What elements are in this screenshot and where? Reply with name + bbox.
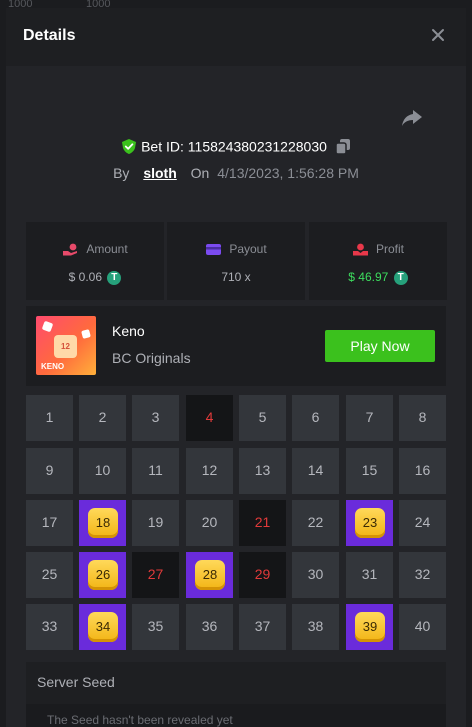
keno-cell: 28 — [186, 552, 233, 598]
keno-cell: 25 — [26, 552, 73, 598]
card-icon — [206, 244, 222, 256]
keno-cell: 26 — [79, 552, 126, 598]
keno-cell: 18 — [79, 500, 126, 546]
keno-cell: 5 — [239, 395, 286, 441]
keno-cell: 34 — [79, 604, 126, 650]
keno-cell: 33 — [26, 604, 73, 650]
bet-id-label: Bet ID: — [141, 138, 184, 155]
gem-icon: 34 — [88, 612, 118, 642]
keno-cell: 31 — [346, 552, 393, 598]
payout-label: Payout — [229, 242, 267, 256]
keno-cell: 22 — [292, 500, 339, 546]
modal-header: Details — [6, 8, 466, 66]
stat-profit: Profit $ 46.97 T — [309, 222, 447, 300]
keno-cell: 10 — [79, 448, 126, 494]
keno-cell: 21 — [239, 500, 286, 546]
usdt-coin-icon: T — [107, 270, 122, 285]
keno-logo-text: KENO — [41, 362, 65, 371]
on-label: On — [190, 165, 210, 181]
keno-cell: 29 — [239, 552, 286, 598]
server-seed-panel: Server Seed The Seed hasn't been reveale… — [26, 662, 446, 727]
keno-cell: 17 — [26, 500, 73, 546]
keno-cell: 39 — [346, 604, 393, 650]
usdt-coin-icon: T — [393, 270, 408, 285]
keno-ball-icon: 12 — [54, 335, 77, 358]
gem-icon: 26 — [88, 560, 118, 590]
game-card: 12 KENO Keno BC Originals Play Now — [26, 306, 446, 386]
details-modal: Details Bet ID: 115824380231228030 By sl… — [6, 8, 466, 727]
keno-cell: 2 — [79, 395, 126, 441]
share-icon[interactable] — [400, 107, 424, 129]
amount-label: Amount — [86, 242, 128, 256]
stat-amount: Amount $ 0.06 T — [26, 222, 164, 300]
keno-cell: 36 — [186, 604, 233, 650]
keno-cell: 20 — [186, 500, 233, 546]
keno-cell: 1 — [26, 395, 73, 441]
keno-cell: 4 — [186, 395, 233, 441]
amount-value: $ 0.06 — [68, 270, 103, 284]
keno-cell: 16 — [399, 448, 446, 494]
keno-cell: 6 — [292, 395, 339, 441]
bet-date: 4/13/2023, 1:56:28 PM — [217, 165, 359, 181]
gem-icon: 18 — [88, 508, 118, 538]
keno-cell: 11 — [132, 448, 179, 494]
copy-icon[interactable] — [335, 138, 351, 155]
keno-cell: 19 — [132, 500, 179, 546]
keno-cell: 30 — [292, 552, 339, 598]
gem-icon: 39 — [355, 612, 385, 642]
play-now-button[interactable]: Play Now — [325, 330, 435, 362]
shield-check-icon — [122, 138, 137, 154]
server-seed-box: The Seed hasn't been revealed yet — [26, 704, 446, 727]
hand-coin-icon — [63, 243, 78, 256]
keno-cell: 15 — [346, 448, 393, 494]
bet-id-line: Bet ID: 115824380231228030 — [6, 137, 466, 155]
stat-payout: Payout 710 x — [167, 222, 305, 300]
profit-label: Profit — [375, 242, 404, 256]
keno-cell: 14 — [292, 448, 339, 494]
keno-cell: 24 — [399, 500, 446, 546]
keno-cell: 23 — [346, 500, 393, 546]
bet-stats: Amount $ 0.06 T Payout 710 x Profit $ 46… — [26, 222, 447, 300]
gem-icon: 23 — [355, 508, 385, 538]
keno-cell: 35 — [132, 604, 179, 650]
keno-thumbnail[interactable]: 12 KENO — [36, 316, 96, 375]
game-name: Keno — [112, 323, 145, 339]
bet-id-value: 115824380231228030 — [187, 138, 327, 155]
game-provider: BC Originals — [112, 350, 191, 366]
keno-cell: 7 — [346, 395, 393, 441]
keno-cell: 27 — [132, 552, 179, 598]
profit-value: $ 46.97 — [348, 270, 389, 284]
keno-cell: 3 — [132, 395, 179, 441]
dice-icon — [81, 329, 91, 339]
server-seed-text: The Seed hasn't been revealed yet — [47, 713, 233, 727]
payout-value: 710 x — [221, 270, 251, 284]
username-link[interactable]: sloth — [143, 165, 176, 181]
server-seed-title: Server Seed — [37, 674, 115, 690]
keno-cell: 38 — [292, 604, 339, 650]
modal-title: Details — [23, 27, 76, 44]
keno-cell: 40 — [399, 604, 446, 650]
gem-icon: 28 — [195, 560, 225, 590]
dice-icon — [41, 320, 54, 333]
keno-cell: 32 — [399, 552, 446, 598]
hand-coin-icon — [352, 243, 368, 256]
keno-cell: 13 — [239, 448, 286, 494]
keno-cell: 9 — [26, 448, 73, 494]
keno-cell: 12 — [186, 448, 233, 494]
keno-cell: 37 — [239, 604, 286, 650]
keno-cell: 8 — [399, 395, 446, 441]
author-line: By sloth On 4/13/2023, 1:56:28 PM — [6, 165, 466, 181]
by-label: By — [113, 165, 130, 181]
close-icon[interactable] — [427, 24, 449, 46]
